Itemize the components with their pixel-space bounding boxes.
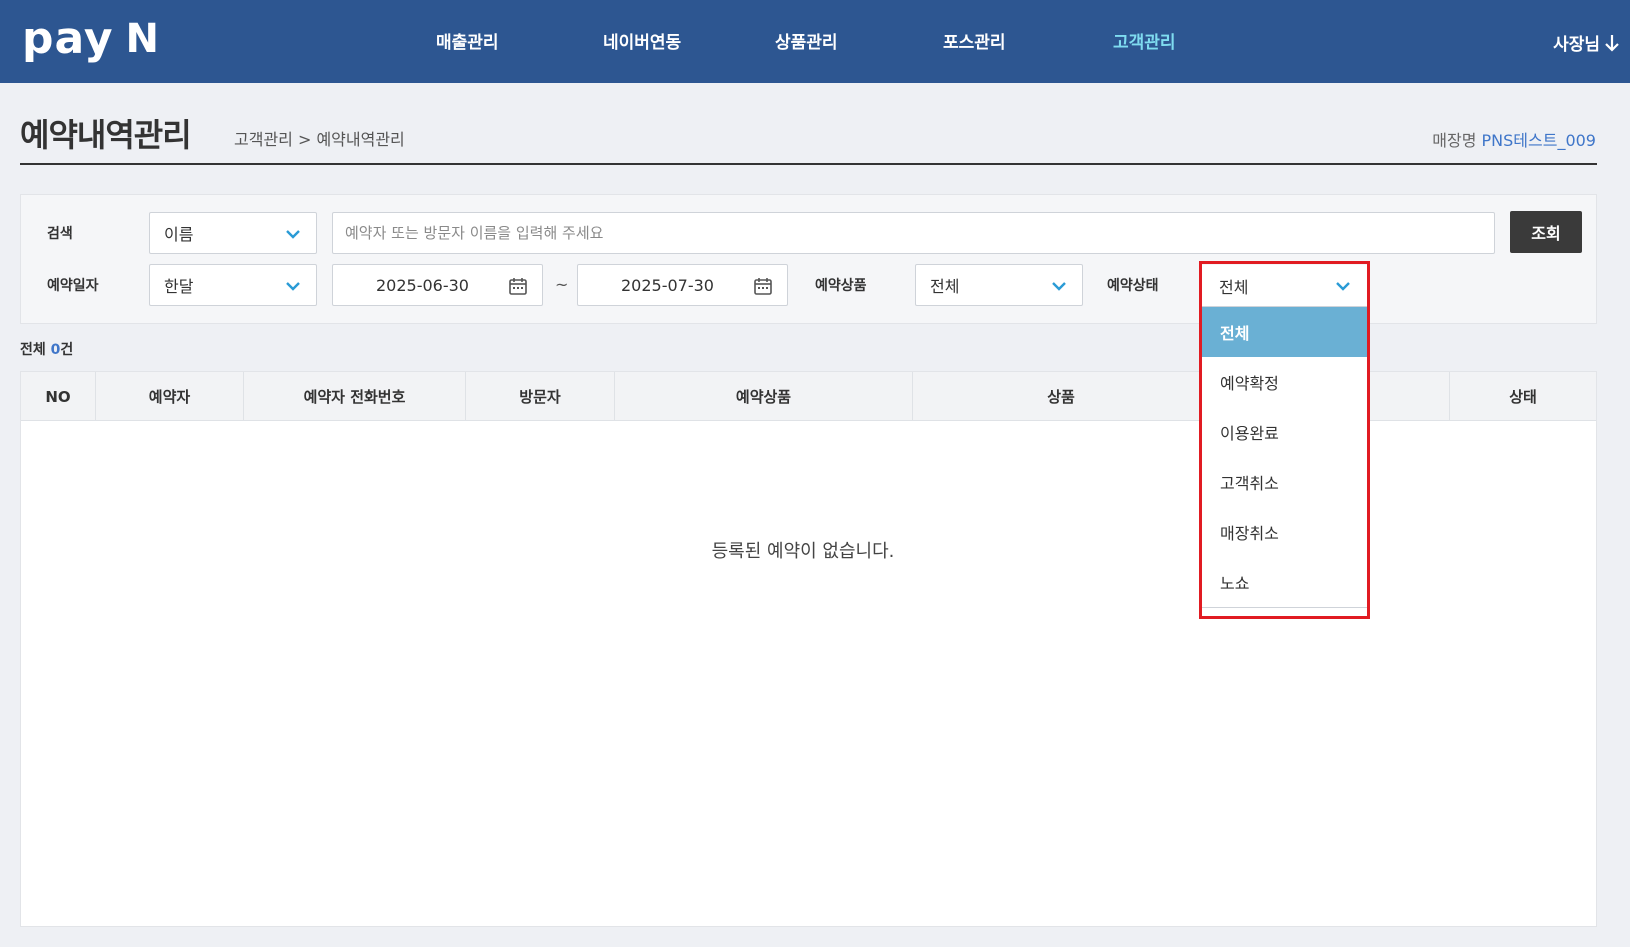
status-option-store-cancel[interactable]: 매장취소 <box>1202 507 1367 557</box>
date-to-field[interactable]: 2025-07-30 <box>577 264 788 306</box>
chevron-down-icon <box>286 230 300 239</box>
status-option-completed[interactable]: 이용완료 <box>1202 407 1367 457</box>
date-to-value: 2025-07-30 <box>621 275 714 295</box>
logo-text: pay <box>22 13 114 64</box>
user-menu-label: 사장님 <box>1553 35 1600 55</box>
search-label: 검색 <box>47 226 73 242</box>
column-header-booker: 예약자 <box>96 372 244 421</box>
user-menu[interactable]: 사장님 <box>1553 30 1620 55</box>
arrow-down-icon <box>1605 34 1619 52</box>
nav-item-pos[interactable]: 포스관리 <box>943 28 1006 53</box>
column-header-product: 상품 <box>913 372 1210 421</box>
product-label: 예약상품 <box>815 278 867 294</box>
date-range-separator: ~ <box>555 275 569 294</box>
date-from-field[interactable]: 2025-06-30 <box>332 264 543 306</box>
chevron-down-icon <box>1052 282 1066 291</box>
search-type-value: 이름 <box>164 225 194 244</box>
status-option-no-show[interactable]: 노쇼 <box>1202 557 1367 607</box>
column-header-reserved-product: 예약상품 <box>615 372 913 421</box>
status-select-value: 전체 <box>1219 277 1249 297</box>
total-count-unit: 건 <box>60 342 74 358</box>
column-header-phone: 예약자 전화번호 <box>244 372 466 421</box>
nav-item-customers[interactable]: 고객관리 <box>1113 28 1176 53</box>
total-count-label: 전체 <box>20 342 46 358</box>
nav-item-naver[interactable]: 네이버연동 <box>603 28 681 53</box>
payn-logo[interactable]: pay N <box>22 14 159 64</box>
nav-item-sales[interactable]: 매출관리 <box>436 28 499 53</box>
status-option-customer-cancel[interactable]: 고객취소 <box>1202 457 1367 507</box>
total-count: 전체 0건 <box>20 339 73 359</box>
status-option-all[interactable]: 전체 <box>1202 307 1367 357</box>
column-header-status: 상태 <box>1509 388 1537 406</box>
store-label: 매장명 <box>1432 131 1477 150</box>
status-dropdown-list: 전체 예약확정 이용완료 고객취소 매장취소 노쇼 <box>1201 307 1368 608</box>
page-title: 예약내역관리 <box>20 116 192 154</box>
status-select[interactable]: 전체 <box>1201 265 1368 307</box>
date-period-value: 한달 <box>164 277 194 296</box>
logo-mark: N <box>125 16 159 62</box>
column-header-visitor: 방문자 <box>466 372 615 421</box>
product-select[interactable]: 전체 <box>915 264 1083 306</box>
store-info: 매장명 PNS테스트_009 <box>1432 127 1596 151</box>
status-option-confirmed[interactable]: 예약확정 <box>1202 357 1367 407</box>
title-divider <box>20 163 1597 165</box>
chevron-down-icon <box>1336 282 1350 291</box>
breadcrumb: 고객관리 > 예약내역관리 <box>234 130 405 149</box>
calendar-icon[interactable] <box>508 276 528 296</box>
top-navigation-bar: pay N 매출관리 네이버연동 상품관리 포스관리 고객관리 사장님 <box>0 0 1630 83</box>
date-period-select[interactable]: 한달 <box>149 264 317 306</box>
status-label: 예약상태 <box>1107 278 1159 294</box>
search-button[interactable]: 조회 <box>1510 211 1582 253</box>
date-from-value: 2025-06-30 <box>376 275 469 295</box>
date-label: 예약일자 <box>47 278 99 294</box>
column-header-no: NO <box>21 372 96 421</box>
nav-item-products[interactable]: 상품관리 <box>775 28 838 53</box>
product-select-value: 전체 <box>930 277 960 296</box>
calendar-icon[interactable] <box>753 276 773 296</box>
search-input[interactable] <box>332 212 1495 254</box>
total-count-number: 0 <box>50 342 61 358</box>
chevron-down-icon <box>286 282 300 291</box>
store-name: PNS테스트_009 <box>1481 131 1596 150</box>
search-type-select[interactable]: 이름 <box>149 212 317 254</box>
